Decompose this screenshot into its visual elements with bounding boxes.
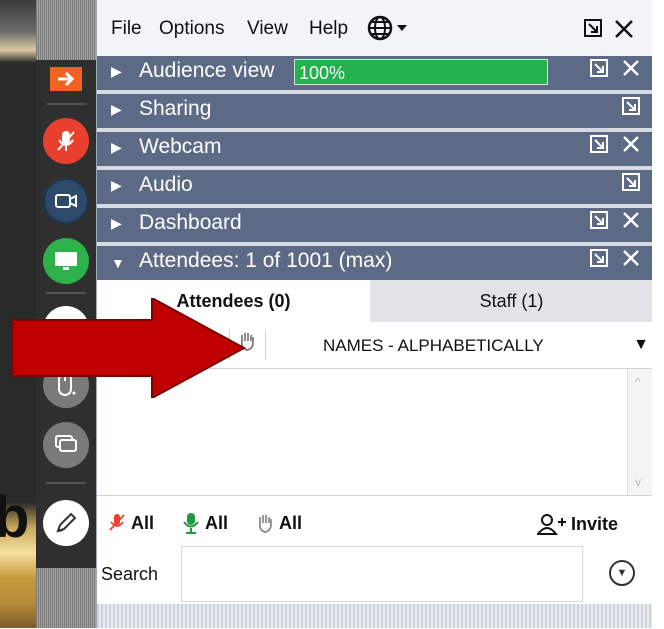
close-icon bbox=[623, 250, 639, 266]
popout-button[interactable] bbox=[621, 96, 641, 122]
caret-down-icon[interactable]: ▼ bbox=[633, 336, 649, 354]
chevron-down-icon: ▼ bbox=[616, 567, 628, 579]
scroll-up-icon[interactable]: ^ bbox=[635, 375, 641, 389]
invite-label: Invite bbox=[571, 513, 619, 534]
section-label: Attendees: 1 of 1001 (max) bbox=[139, 249, 393, 272]
add-user-icon bbox=[537, 514, 566, 535]
toolbar-grip-bottom[interactable] bbox=[36, 568, 96, 628]
popout-icon bbox=[584, 19, 602, 37]
popout-button[interactable] bbox=[589, 58, 609, 84]
microphone-muted-icon bbox=[57, 131, 75, 151]
progress-text: 100% bbox=[299, 63, 346, 83]
close-section-button[interactable] bbox=[621, 248, 641, 274]
unmute-all-label: All bbox=[205, 512, 229, 533]
close-icon bbox=[623, 136, 639, 152]
language-menu[interactable] bbox=[367, 15, 411, 47]
attendee-list-scrollbar[interactable]: ^ v bbox=[627, 369, 654, 495]
mute-all-label: All bbox=[131, 512, 155, 533]
toolbar-divider bbox=[46, 292, 86, 294]
expand-triangle-icon: ▶ bbox=[111, 177, 122, 193]
restore-panel-button[interactable] bbox=[583, 18, 603, 44]
microphone-toggle-button[interactable] bbox=[43, 118, 89, 164]
close-section-button[interactable] bbox=[621, 58, 641, 84]
popout-icon bbox=[590, 59, 608, 77]
search-label: Search bbox=[101, 564, 159, 584]
scroll-down-icon[interactable]: v bbox=[635, 475, 641, 489]
popout-icon bbox=[590, 211, 608, 229]
toolbar-divider bbox=[46, 482, 86, 484]
audience-view-progress: 100% bbox=[294, 59, 548, 85]
popout-icon bbox=[590, 249, 608, 267]
close-icon bbox=[623, 60, 639, 76]
section-label: Sharing bbox=[139, 97, 212, 120]
section-audience-view[interactable]: ▶ Audience view 100% bbox=[97, 56, 653, 94]
close-icon bbox=[623, 212, 639, 228]
close-panel-button[interactable] bbox=[613, 18, 635, 46]
globe-icon bbox=[367, 15, 407, 41]
close-section-button[interactable] bbox=[621, 134, 641, 160]
pencil-icon bbox=[56, 512, 77, 533]
section-webcam[interactable]: ▶ Webcam bbox=[97, 132, 653, 170]
close-section-button[interactable] bbox=[621, 210, 641, 236]
toolbar-divider bbox=[46, 103, 86, 105]
section-attendees[interactable]: ▼ Attendees: 1 of 1001 (max) bbox=[97, 246, 653, 280]
popout-button[interactable] bbox=[589, 248, 609, 274]
annotation-arrow bbox=[12, 298, 247, 398]
menu-view[interactable]: View bbox=[247, 18, 288, 40]
popout-icon bbox=[590, 135, 608, 153]
menu-options[interactable]: Options bbox=[159, 18, 224, 40]
section-dashboard[interactable]: ▶ Dashboard bbox=[97, 208, 653, 246]
section-label: Audience view bbox=[139, 59, 275, 82]
toolbar-grip-top[interactable] bbox=[36, 0, 96, 60]
present-windows-button[interactable] bbox=[43, 422, 89, 468]
menu-bar: File Options View Help bbox=[97, 0, 653, 58]
monitor-icon bbox=[55, 252, 77, 270]
section-audio[interactable]: ▶ Audio bbox=[97, 170, 653, 208]
panel-bottom-grip[interactable] bbox=[97, 604, 653, 628]
invite-button[interactable]: Invite bbox=[537, 512, 618, 536]
expand-triangle-icon: ▶ bbox=[111, 139, 122, 155]
menu-help[interactable]: Help bbox=[309, 18, 348, 40]
search-options-button[interactable]: ▼ bbox=[609, 560, 635, 586]
divider bbox=[265, 330, 266, 360]
expand-triangle-icon: ▶ bbox=[111, 101, 122, 117]
popout-icon bbox=[622, 97, 640, 115]
popout-button[interactable] bbox=[621, 172, 641, 198]
slide-text-fragment: b bbox=[0, 485, 30, 550]
microphone-muted-icon bbox=[109, 514, 125, 531]
arrow-right-icon bbox=[58, 71, 75, 87]
hands-all-label: All bbox=[279, 512, 303, 533]
hand-icon bbox=[259, 515, 272, 533]
popout-button[interactable] bbox=[589, 134, 609, 160]
expand-triangle-icon: ▶ bbox=[111, 215, 122, 231]
search-input[interactable] bbox=[181, 546, 583, 602]
sort-order-select[interactable]: NAMES - ALPHABETICALLY bbox=[323, 336, 544, 356]
screen-share-button[interactable] bbox=[43, 238, 89, 284]
bulk-actions-row: All All All Invite bbox=[97, 506, 653, 542]
popout-icon bbox=[622, 173, 640, 191]
lower-all-hands-button[interactable]: All bbox=[255, 512, 302, 534]
popout-button[interactable] bbox=[589, 210, 609, 236]
mute-all-button[interactable]: All bbox=[107, 512, 154, 534]
microphone-icon bbox=[183, 513, 199, 534]
webcam-toggle-button[interactable] bbox=[43, 178, 89, 224]
tab-staff[interactable]: Staff (1) bbox=[370, 280, 653, 322]
expand-triangle-icon: ▶ bbox=[111, 63, 122, 79]
unmute-all-button[interactable]: All bbox=[181, 512, 228, 534]
section-label: Webcam bbox=[139, 135, 222, 158]
annotate-button[interactable] bbox=[43, 500, 89, 546]
collapse-triangle-icon: ▼ bbox=[111, 255, 125, 271]
screens-icon bbox=[55, 435, 77, 452]
section-label: Audio bbox=[139, 173, 193, 196]
section-sharing[interactable]: ▶ Sharing bbox=[97, 94, 653, 132]
collapse-panel-button[interactable] bbox=[50, 67, 82, 91]
close-icon bbox=[615, 20, 633, 38]
window-edge bbox=[652, 0, 664, 628]
menu-file[interactable]: File bbox=[111, 18, 142, 40]
camera-icon bbox=[55, 194, 77, 208]
section-label: Dashboard bbox=[139, 211, 242, 234]
